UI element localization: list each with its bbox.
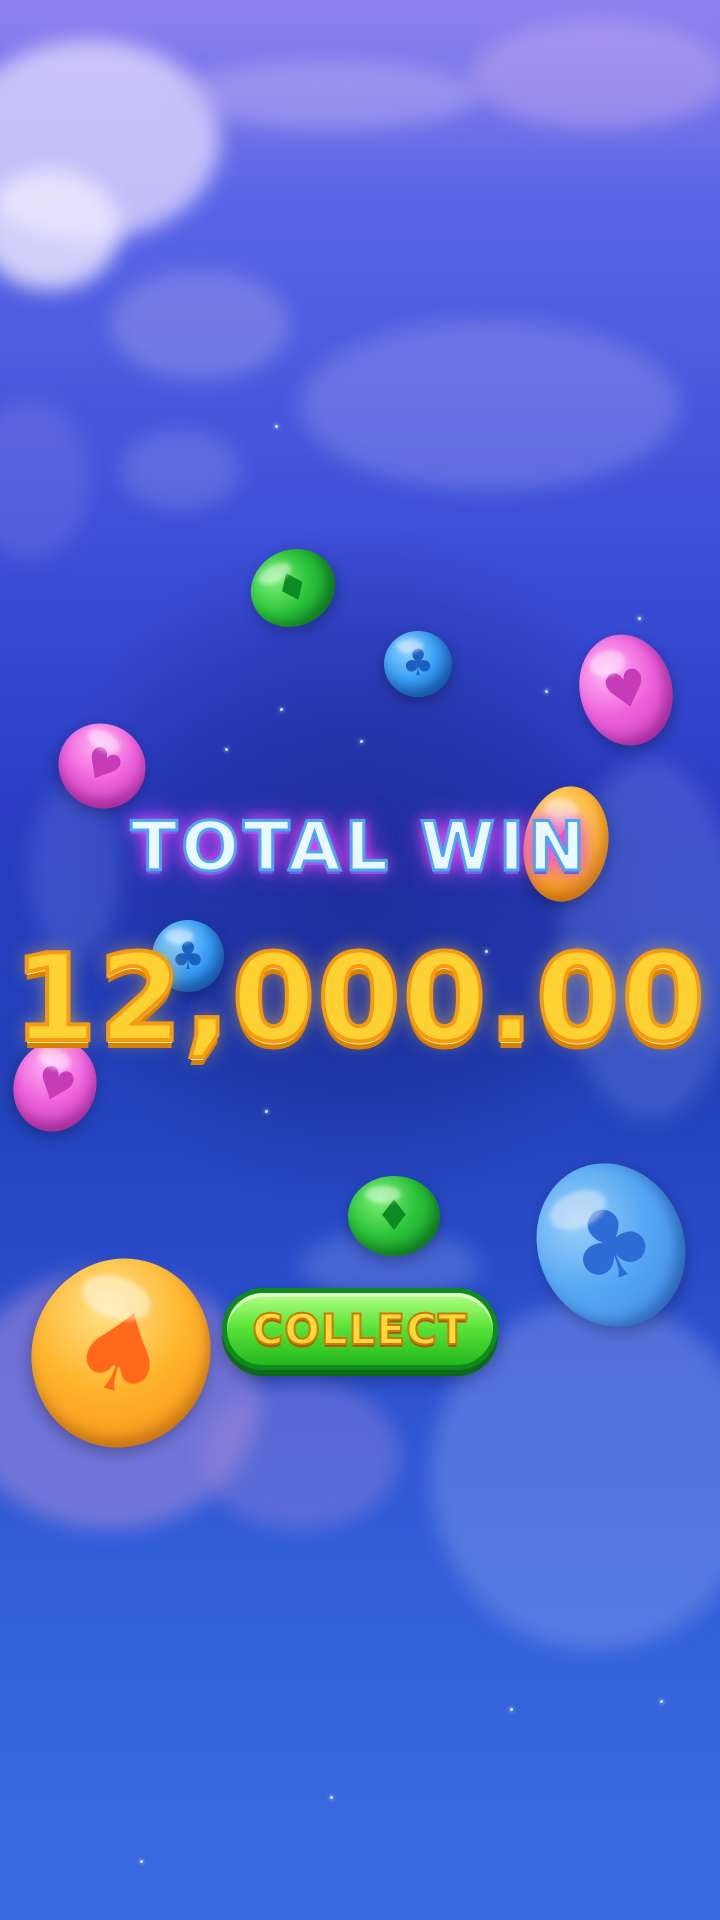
cloud — [200, 1380, 400, 1530]
collect-button-label: COLLECT — [251, 1304, 468, 1355]
spade-icon: ♠ — [54, 1276, 188, 1430]
blue-club-gem: ♣ — [384, 631, 452, 697]
diamond-icon: ♦ — [267, 559, 319, 617]
cloud — [300, 320, 680, 490]
win-amount: 12,000.00 — [11, 928, 707, 1071]
star — [510, 1708, 513, 1711]
diamond-icon: ♦ — [375, 1191, 413, 1240]
club-icon: ♣ — [550, 1176, 672, 1314]
star — [265, 1110, 268, 1113]
collect-button[interactable]: COLLECT — [222, 1288, 498, 1370]
heart-icon: ♥ — [73, 734, 131, 797]
star — [638, 617, 641, 620]
star — [660, 1700, 663, 1703]
cloud — [470, 20, 720, 130]
cloud — [120, 430, 240, 510]
star — [140, 1860, 143, 1863]
green-diamond-gem-lower: ♦ — [348, 1176, 440, 1256]
cloud — [180, 60, 480, 130]
star — [330, 1796, 333, 1799]
club-icon: ♣ — [401, 643, 435, 684]
win-screen: ♦ ♣ ♥ ♥ ♠ ♣ ♥ TOTAL WIN 12,000.00 ♦ ♣ ♠ … — [0, 0, 720, 1920]
star — [360, 740, 363, 743]
cloud — [0, 400, 90, 560]
star — [275, 425, 278, 428]
heart-icon: ♥ — [596, 656, 656, 724]
star — [545, 690, 548, 693]
cloud — [110, 270, 290, 380]
star — [280, 708, 283, 711]
total-win-title: TOTAL WIN — [129, 807, 590, 889]
star — [225, 748, 228, 751]
